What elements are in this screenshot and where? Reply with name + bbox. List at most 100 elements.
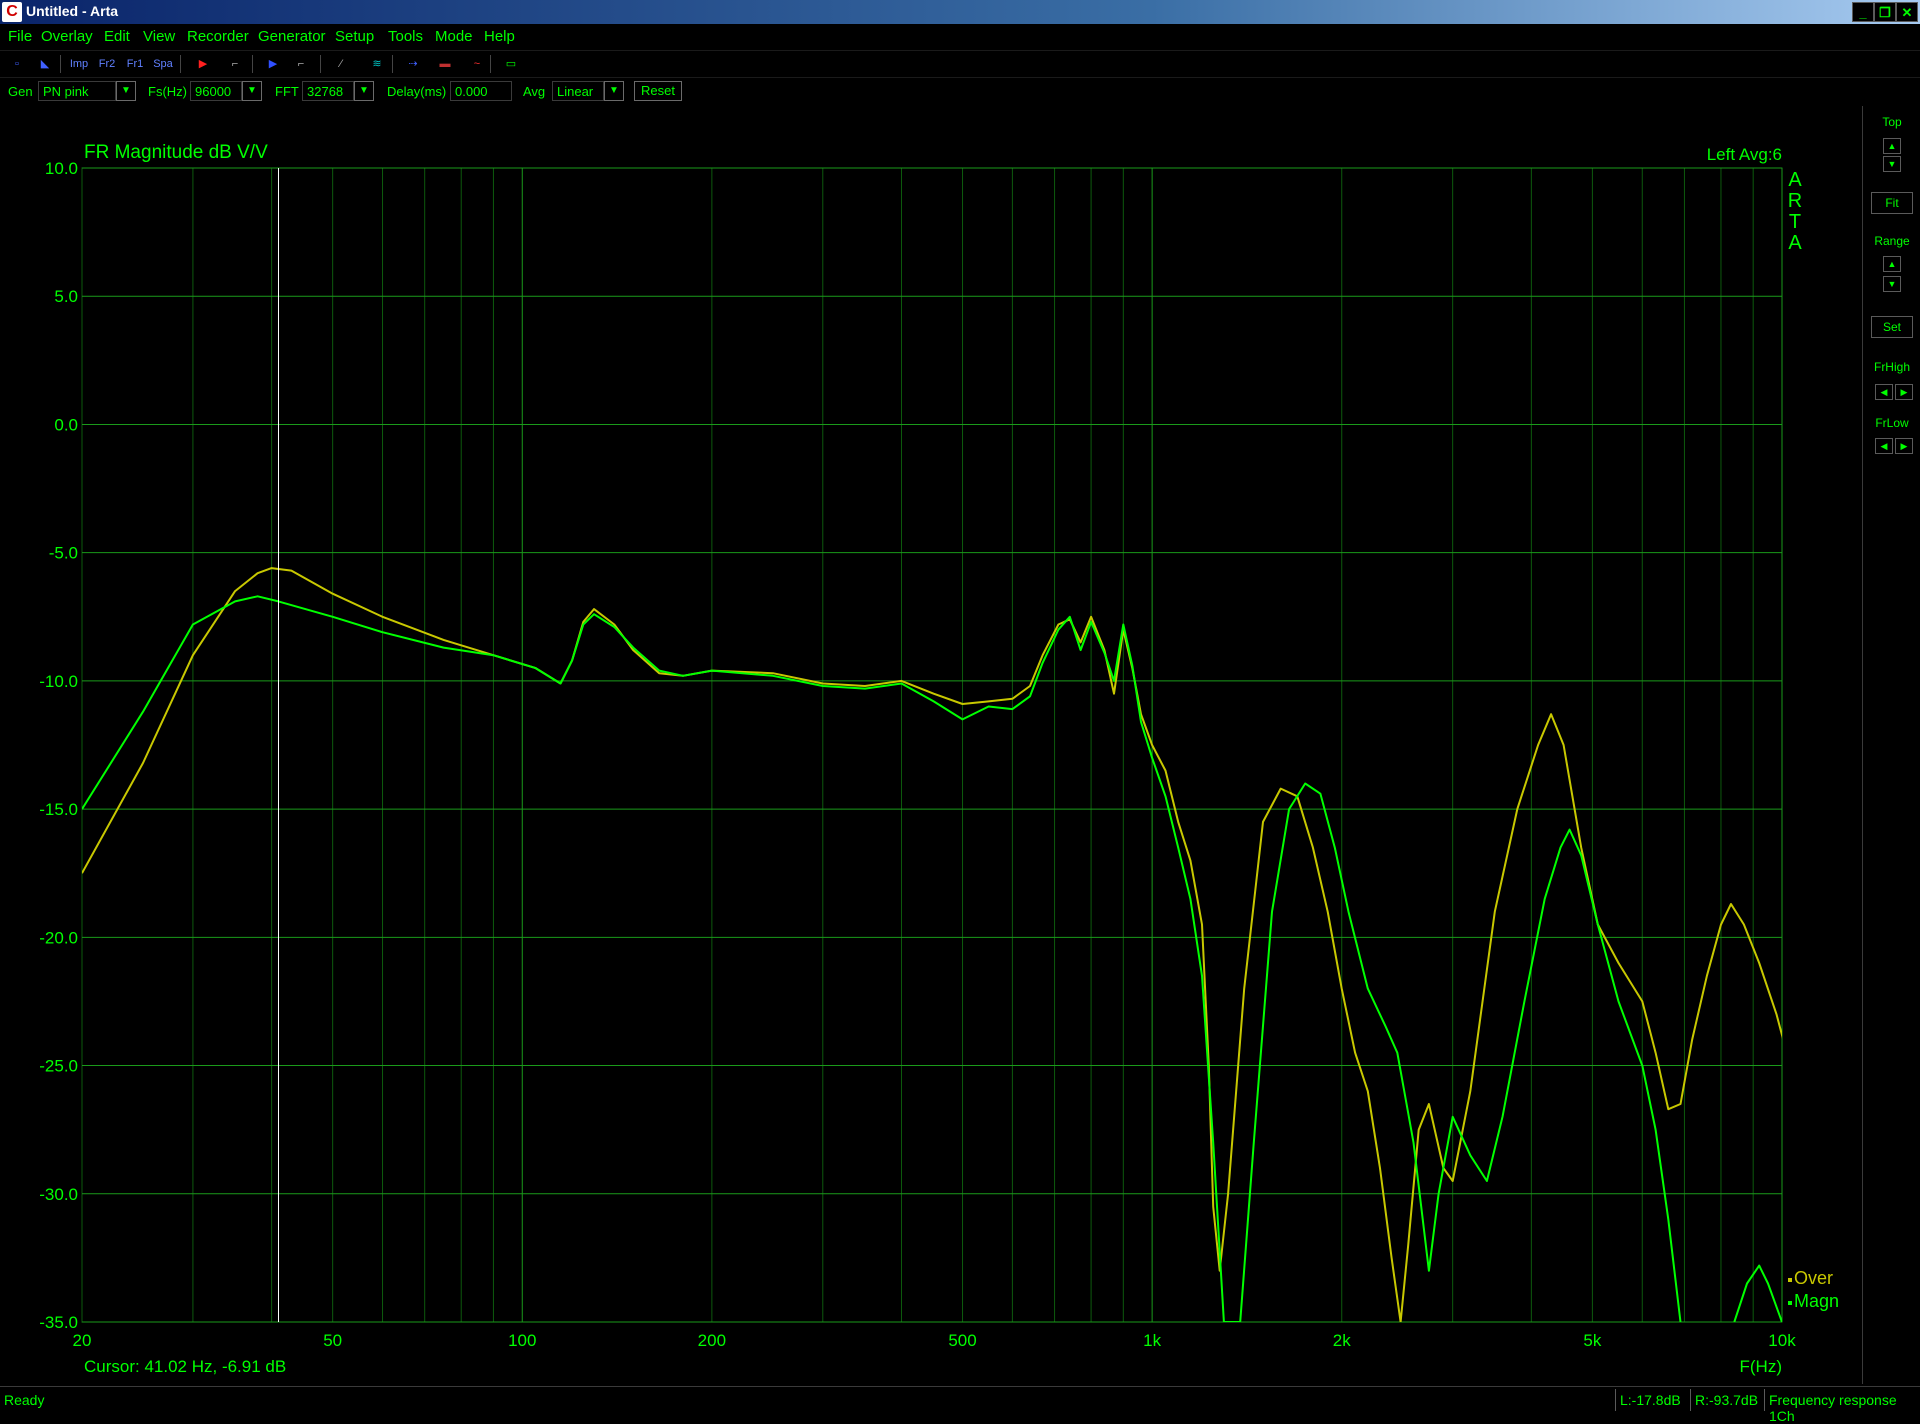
toolbar-wave-icon[interactable]: ~ [466, 54, 488, 74]
range-up-button[interactable]: ▲ [1883, 256, 1901, 272]
toolbar-overlay-manager-icon[interactable]: ▬ [434, 54, 456, 74]
fft-label: FFT [275, 84, 299, 99]
toolbar-fr2-button[interactable]: Fr2 [96, 54, 118, 74]
toolbar-fr1-button[interactable]: Fr1 [124, 54, 146, 74]
frlow-right-button[interactable]: ▶ [1895, 438, 1913, 454]
x-tick-label: 1k [1143, 1331, 1161, 1350]
delay-label: Delay(ms) [387, 84, 447, 99]
fit-button[interactable]: Fit [1871, 192, 1913, 214]
right-control-panel: Top ▲ ▼ Fit Range ▲ ▼ Set FrHigh ◀ ▶ FrL… [1862, 106, 1920, 1384]
minimize-icon[interactable]: _ [1852, 2, 1874, 22]
set-button[interactable]: Set [1871, 316, 1913, 338]
toolbar-imp-button[interactable]: Imp [68, 54, 90, 74]
top-down-button[interactable]: ▼ [1883, 156, 1901, 172]
x-tick-label: 5k [1583, 1331, 1601, 1350]
menu-file[interactable]: File [8, 28, 32, 45]
y-tick-label: -35.0 [39, 1313, 78, 1332]
x-tick-label: 20 [73, 1331, 92, 1350]
y-tick-label: -20.0 [39, 928, 78, 947]
toolbar: ▫ ◣ Imp Fr2 Fr1 Spa ▶ ⌐ ▶ ⌐ ⁄ ≋ ⇢ ▬ ~ ▭ [0, 50, 1920, 78]
chevron-down-icon[interactable]: ▼ [604, 81, 624, 101]
chart-title: FR Magnitude dB V/V [84, 142, 268, 163]
toolbar-open-icon[interactable]: ◣ [34, 54, 56, 74]
brand-letter: T [1789, 211, 1801, 233]
legend-swatch [1788, 1278, 1792, 1282]
x-tick-label: 200 [698, 1331, 726, 1350]
status-mode: Frequency response 1Ch [1769, 1392, 1897, 1424]
chevron-down-icon[interactable]: ▼ [242, 81, 262, 101]
legend-entry: Over [1794, 1268, 1833, 1288]
frhigh-label: FrHigh [1873, 360, 1910, 374]
toolbar-new-icon[interactable]: ▫ [6, 54, 28, 74]
toolbar-record-icon[interactable]: ▶ [192, 54, 214, 74]
cursor-readout: Cursor: 41.02 Hz, -6.91 dB [84, 1357, 286, 1376]
x-tick-label: 10k [1768, 1331, 1796, 1350]
toolbar-spa-button[interactable]: Spa [152, 54, 174, 74]
reset-button[interactable]: Reset [634, 81, 682, 101]
brand-letter: A [1788, 169, 1802, 191]
gen-select[interactable]: PN pink [38, 81, 116, 101]
chevron-down-icon[interactable]: ▼ [116, 81, 136, 101]
y-tick-label: -5.0 [49, 544, 78, 563]
toolbar-stop-icon[interactable]: ⌐ [224, 54, 246, 74]
toolbar-generator-icon[interactable]: ▭ [500, 54, 522, 74]
status-left-level: L:-17.8dB [1620, 1392, 1681, 1408]
chevron-down-icon[interactable]: ▼ [354, 81, 374, 101]
range-down-button[interactable]: ▼ [1883, 276, 1901, 292]
frequency-response-chart[interactable]: 10.0 5.0 0.0 -5.0 -10.0 -15.0 -20.0 -25.0 -30.0 -… [0, 106, 1862, 1386]
close-icon[interactable]: ✕ [1896, 2, 1918, 22]
x-axis-label: F(Hz) [1740, 1357, 1782, 1376]
brand-letter: R [1788, 190, 1802, 212]
title-bar: C Untitled - Arta _ ❐ ✕ [0, 0, 1920, 24]
menu-help[interactable]: Help [484, 28, 515, 45]
y-tick-label: 0.0 [54, 415, 78, 434]
range-label: Range [1874, 234, 1910, 248]
menu-view[interactable]: View [143, 28, 175, 45]
status-ready: Ready [4, 1392, 45, 1408]
parameter-bar: Gen PN pink ▼ Fs(Hz) 96000 ▼ FFT 32768 ▼… [0, 78, 1920, 106]
frhigh-right-button[interactable]: ▶ [1895, 384, 1913, 400]
legend-swatch [1788, 1301, 1792, 1305]
frhigh-left-button[interactable]: ◀ [1875, 384, 1893, 400]
y-tick-label: 5.0 [54, 287, 78, 306]
top-up-button[interactable]: ▲ [1883, 138, 1901, 154]
y-tick-label: -25.0 [39, 1057, 78, 1076]
menu-recorder[interactable]: Recorder [187, 28, 249, 45]
gen-label: Gen [8, 84, 33, 99]
y-tick-label: -30.0 [39, 1185, 78, 1204]
status-right-level: R:-93.7dB [1695, 1392, 1759, 1408]
toolbar-filter-icon[interactable]: ≋ [366, 54, 388, 74]
top-label: Top [1882, 115, 1902, 129]
toolbar-smooth-icon[interactable]: ⁄ [330, 54, 352, 74]
y-tick-label: -15.0 [39, 800, 78, 819]
menu-tools[interactable]: Tools [388, 28, 423, 45]
toolbar-play-icon[interactable]: ▶ [262, 54, 284, 74]
frlow-label: FrLow [1875, 416, 1909, 430]
window-title: Untitled - Arta [26, 3, 119, 19]
frlow-left-button[interactable]: ◀ [1875, 438, 1893, 454]
plot-area[interactable] [81, 167, 1783, 1323]
delay-input[interactable]: 0.000 [450, 81, 512, 101]
fs-select[interactable]: 96000 [190, 81, 242, 101]
x-tick-label: 500 [948, 1331, 976, 1350]
toolbar-overlay-icon[interactable]: ⇢ [402, 54, 424, 74]
brand-letter: A [1788, 232, 1802, 254]
menu-edit[interactable]: Edit [104, 28, 130, 45]
arta-logo-icon[interactable]: C [2, 2, 22, 22]
x-tick-label: 2k [1333, 1331, 1351, 1350]
menu-mode[interactable]: Mode [435, 28, 473, 45]
menu-overlay[interactable]: Overlay [41, 28, 93, 45]
legend-entry: Magn [1794, 1291, 1839, 1311]
fft-select[interactable]: 32768 [302, 81, 354, 101]
avg-label: Avg [523, 84, 546, 99]
y-tick-label: -10.0 [39, 672, 78, 691]
x-tick-label: 100 [508, 1331, 536, 1350]
restore-icon[interactable]: ❐ [1874, 2, 1896, 22]
avg-select[interactable]: Linear [552, 81, 604, 101]
menu-generator[interactable]: Generator [258, 28, 326, 45]
menu-setup[interactable]: Setup [335, 28, 374, 45]
status-bar: Ready L:-17.8dB R:-93.7dB Frequency resp… [0, 1386, 1920, 1424]
x-tick-label: 50 [323, 1331, 342, 1350]
y-tick-label: 10.0 [45, 159, 78, 178]
toolbar-stop-play-icon[interactable]: ⌐ [290, 54, 312, 74]
